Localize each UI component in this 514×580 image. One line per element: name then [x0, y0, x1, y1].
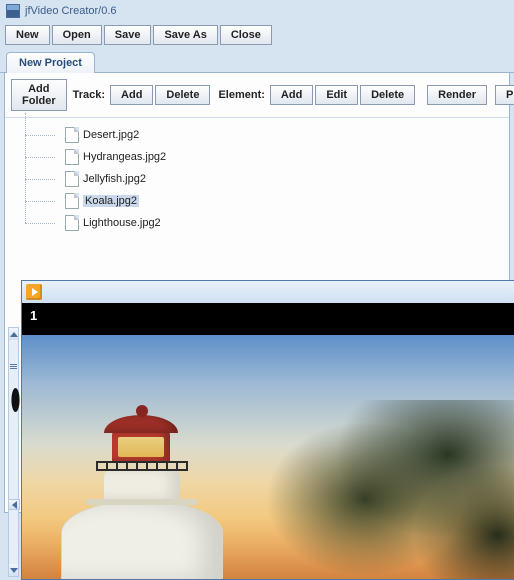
tree-item[interactable]: Lighthouse.jpg2	[25, 212, 509, 234]
new-button[interactable]: New	[5, 25, 50, 45]
tree-item-label: Hydrangeas.jpg2	[83, 151, 166, 163]
file-icon	[65, 127, 79, 143]
file-icon	[65, 149, 79, 165]
track-delete-button[interactable]: Delete	[155, 85, 210, 105]
file-icon	[65, 193, 79, 209]
main-toolbar: New Open Save Save As Close	[0, 22, 514, 51]
scroll-down-icon[interactable]	[9, 564, 18, 576]
tab-bar: New Project	[0, 51, 514, 73]
preview-play-icon[interactable]	[26, 284, 42, 300]
scroll-thumb-icon[interactable]	[11, 388, 19, 412]
preview-lighthouse	[62, 419, 222, 579]
file-tree: Desert.jpg2 Hydrangeas.jpg2 Jellyfish.jpg2…	[5, 118, 509, 234]
preview-toolbar	[22, 281, 514, 303]
open-button[interactable]: Open	[52, 25, 102, 45]
title-bar: jfVideo Creator/0.6	[0, 0, 514, 22]
app-icon	[6, 4, 20, 18]
project-panel: Add Folder Track: Add Delete Element: Ad…	[4, 73, 510, 513]
tree-item-label: Lighthouse.jpg2	[83, 217, 161, 229]
element-edit-button[interactable]: Edit	[315, 85, 358, 105]
preview-trees	[182, 400, 514, 579]
tab-new-project[interactable]: New Project	[6, 52, 95, 73]
scroll-up-icon[interactable]	[9, 328, 18, 340]
save-button[interactable]: Save	[104, 25, 152, 45]
project-toolbar: Add Folder Track: Add Delete Element: Ad…	[5, 73, 509, 118]
app-title: jfVideo Creator/0.6	[25, 5, 117, 17]
element-delete-button[interactable]: Delete	[360, 85, 415, 105]
tree-item-label: Koala.jpg2	[83, 195, 139, 207]
save-as-button[interactable]: Save As	[153, 25, 217, 45]
render-button[interactable]: Render	[427, 85, 487, 105]
close-button[interactable]: Close	[220, 25, 272, 45]
file-icon	[65, 215, 79, 231]
frame-number-strip: 1	[22, 303, 514, 335]
tree-item[interactable]: Hydrangeas.jpg2	[25, 146, 509, 168]
tree-item[interactable]: Desert.jpg2	[25, 124, 509, 146]
track-add-button[interactable]: Add	[110, 85, 153, 105]
tree-item[interactable]: Jellyfish.jpg2	[25, 168, 509, 190]
scroll-left-icon[interactable]	[8, 499, 20, 510]
track-label: Track:	[73, 89, 105, 101]
file-icon	[65, 171, 79, 187]
preview-window: 1	[21, 280, 514, 580]
element-label: Element:	[218, 89, 264, 101]
scroll-grip-icon	[9, 364, 18, 380]
play-button[interactable]: Play	[495, 85, 514, 105]
element-add-button[interactable]: Add	[270, 85, 313, 105]
preview-scrollbar-vertical[interactable]	[8, 327, 19, 577]
tree-item[interactable]: Koala.jpg2	[25, 190, 509, 212]
tree-item-label: Jellyfish.jpg2	[83, 173, 146, 185]
frame-number: 1	[30, 308, 37, 323]
tree-item-label: Desert.jpg2	[83, 129, 139, 141]
add-folder-button[interactable]: Add Folder	[11, 79, 67, 111]
preview-image	[22, 335, 514, 579]
